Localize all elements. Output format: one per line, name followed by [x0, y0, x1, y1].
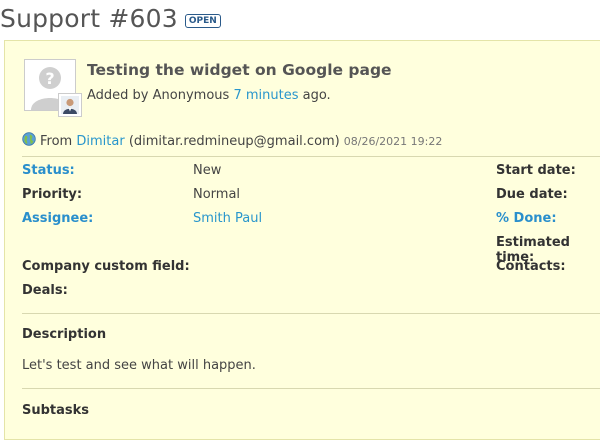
- deals-label: Deals:: [22, 283, 68, 298]
- from-email: (dimitar.redmineup@gmail.com): [128, 133, 340, 149]
- from-line: From Dimitar (dimitar.redmineup@gmail.co…: [22, 132, 442, 150]
- company-custom-field-label: Company custom field:: [22, 259, 190, 274]
- time-ago-link[interactable]: 7 minutes: [233, 88, 298, 103]
- unknown-user-avatar-icon: ?: [24, 59, 82, 117]
- svg-text:?: ?: [45, 69, 54, 88]
- from-name-link[interactable]: Dimitar: [76, 134, 124, 149]
- issue-details: ? Testing the widget on Google page Adde…: [4, 40, 600, 440]
- page-title: Support #603: [0, 3, 178, 33]
- globe-icon: [22, 132, 36, 150]
- status-badge: OPEN: [184, 14, 221, 28]
- due-date-label: Due date:: [496, 187, 568, 202]
- assignee-label[interactable]: Assignee:: [22, 211, 93, 226]
- author-line: Added by Anonymous 7 minutes ago.: [87, 88, 331, 103]
- description-text: Let's test and see what will happen.: [22, 358, 256, 373]
- from-date: 08/26/2021 19:22: [343, 134, 443, 148]
- divider: [22, 156, 600, 157]
- user-photo-icon[interactable]: [58, 93, 82, 117]
- divider: [22, 388, 600, 389]
- contacts-label: Contacts:: [496, 259, 566, 274]
- assignee-link[interactable]: Smith Paul: [193, 211, 262, 226]
- status-value: New: [193, 163, 222, 178]
- description-title: Description: [22, 327, 107, 342]
- priority-value: Normal: [193, 187, 241, 202]
- start-date-label: Start date:: [496, 163, 576, 178]
- status-label[interactable]: Status:: [22, 163, 75, 178]
- subtasks-title: Subtasks: [22, 403, 90, 418]
- priority-label: Priority:: [22, 187, 83, 202]
- from-label: From: [40, 133, 73, 149]
- ago-suffix: ago.: [302, 88, 331, 103]
- page-header: Support #603 OPEN: [0, 0, 221, 36]
- done-ratio-label[interactable]: % Done:: [496, 211, 557, 226]
- author-name: Anonymous: [152, 88, 230, 103]
- issue-subject: Testing the widget on Google page: [87, 61, 392, 79]
- added-by-label: Added by: [87, 88, 149, 103]
- divider: [22, 313, 600, 314]
